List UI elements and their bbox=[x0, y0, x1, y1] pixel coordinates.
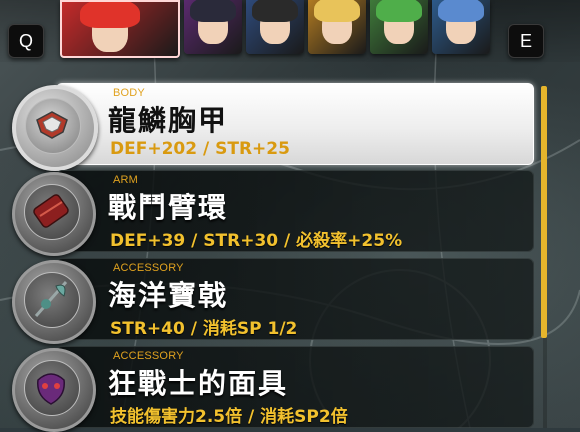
slot-label: ACCESSORY bbox=[113, 262, 184, 274]
sea-halberd-icon bbox=[12, 260, 96, 344]
blonde-girl-portrait[interactable] bbox=[308, 0, 366, 54]
portrait-hair bbox=[438, 0, 484, 22]
berserker-mask-icon bbox=[12, 348, 96, 432]
bracer-emblem-icon bbox=[33, 194, 69, 228]
item-stats: 技能傷害力2.5倍 / 消耗SP2倍 bbox=[110, 407, 348, 427]
equipment-row-accessory-2[interactable]: ACCESSORY 狂戰士的面具 技能傷害力2.5倍 / 消耗SP2倍 bbox=[0, 346, 580, 432]
slot-label: ARM bbox=[113, 174, 139, 186]
mask-emblem-icon bbox=[37, 373, 65, 405]
blue-haired-portrait[interactable] bbox=[432, 0, 490, 54]
red-haired-hero-portrait[interactable] bbox=[60, 0, 180, 58]
equipment-row-arm[interactable]: ARM 戰鬥臂環 DEF+39 / STR+30 / 必殺率+25% bbox=[0, 170, 580, 256]
equipment-row-accessory-1[interactable]: ACCESSORY 海洋寶戟 STR+40 / 消耗SP 1/2 bbox=[0, 258, 580, 344]
item-stats: DEF+202 / STR+25 bbox=[110, 139, 290, 159]
portrait-hair bbox=[190, 0, 236, 22]
item-name: 狂戰士的面具 bbox=[108, 367, 289, 400]
item-stats: DEF+39 / STR+30 / 必殺率+25% bbox=[110, 231, 403, 251]
item-name: 戰鬥臂環 bbox=[108, 191, 229, 224]
portrait-hair bbox=[80, 2, 140, 28]
dark-skinned-warrior-portrait[interactable] bbox=[246, 0, 304, 54]
dragon-scale-armor-icon bbox=[12, 85, 98, 171]
green-haired-portrait[interactable] bbox=[370, 0, 428, 54]
slot-label: ACCESSORY bbox=[113, 350, 184, 362]
hatted-mage-portrait[interactable] bbox=[184, 0, 242, 54]
portrait-hair bbox=[376, 0, 422, 22]
portrait-hair bbox=[314, 0, 360, 22]
armor-emblem-icon bbox=[36, 111, 68, 139]
prev-character-key[interactable]: Q bbox=[8, 24, 44, 58]
halberd-emblem-icon bbox=[34, 281, 68, 317]
battle-bracer-icon bbox=[12, 172, 96, 256]
item-name: 海洋寶戟 bbox=[108, 279, 229, 312]
next-character-key[interactable]: E bbox=[508, 24, 544, 58]
equipment-row-body[interactable]: BODY 龍鱗胸甲 DEF+202 / STR+25 bbox=[0, 83, 580, 171]
slot-label: BODY bbox=[113, 87, 145, 99]
item-name: 龍鱗胸甲 bbox=[108, 104, 229, 137]
portrait-hair bbox=[252, 0, 298, 22]
item-stats: STR+40 / 消耗SP 1/2 bbox=[110, 319, 298, 339]
